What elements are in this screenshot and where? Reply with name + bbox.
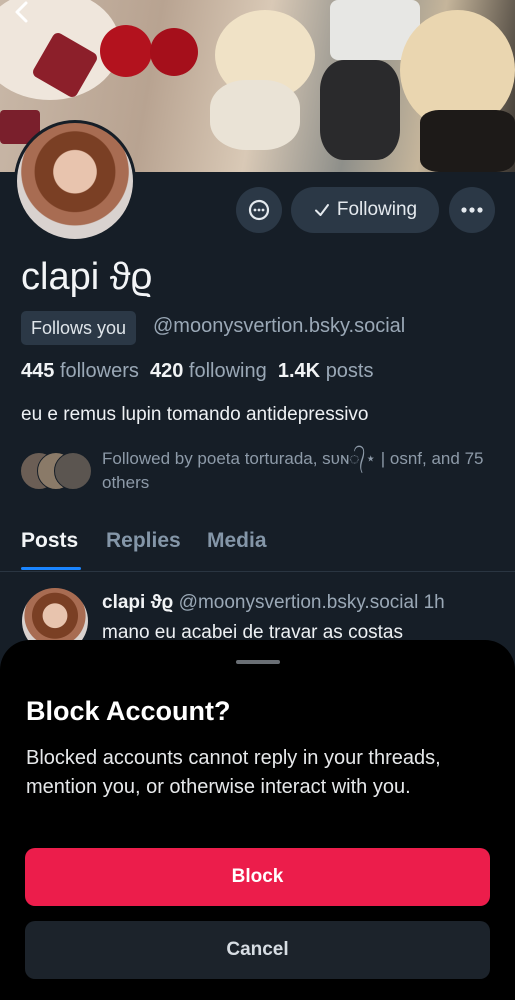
post-author-handle[interactable]: @moonysvertion.bsky.social [179,592,419,613]
followers-label: followers [59,360,139,382]
profile-tabs: Posts Replies Media [0,527,515,572]
back-arrow-icon[interactable] [10,0,36,26]
known-followers-text[interactable]: Followed by poeta torturada, sᴜɴ᭄⋆ | osn… [102,447,492,495]
sheet-drag-handle[interactable] [236,660,280,664]
cancel-button[interactable]: Cancel [25,921,490,979]
followers-count: 445 [21,360,55,382]
profile-stats: 445 followers 420 following 1.4K posts [21,360,374,383]
following-button-label: Following [336,199,418,220]
ellipsis-icon [461,207,483,213]
post-author-name[interactable]: clapi ϑϱ [102,592,173,613]
post-time: 1h [423,592,445,613]
following-stat[interactable]: 420 following [150,360,267,382]
block-account-sheet: Block Account? Blocked accounts cannot r… [0,640,515,1000]
active-tab-indicator [21,567,81,570]
dialog-title: Block Account? [26,696,231,726]
tab-replies[interactable]: Replies [106,529,181,553]
chat-bubble-icon [248,199,270,221]
dialog-description: Blocked accounts cannot reply in your th… [26,747,441,798]
following-button[interactable]: Following [291,187,439,233]
check-icon [314,204,329,216]
posts-count: 1.4K [277,360,321,382]
known-followers-avatars[interactable] [20,452,92,490]
follows-you-badge: Follows you [21,311,137,345]
following-label: following [188,360,267,382]
tab-posts[interactable]: Posts [21,529,78,553]
following-count: 420 [149,360,184,382]
message-button[interactable] [236,187,282,233]
profile-bio: eu e remus lupin tomando antidepressivo [21,404,369,425]
profile-handle: @moonysvertion.bsky.social [153,315,406,337]
posts-label: posts [325,360,374,382]
more-options-button[interactable] [449,187,495,233]
followers-stat[interactable]: 445 followers [21,360,139,382]
known-follower-avatar [54,452,92,490]
post-header: clapi ϑϱ @moonysvertion.bsky.social 1h [102,592,445,614]
tab-media[interactable]: Media [207,529,267,553]
profile-avatar[interactable] [14,120,136,242]
block-button[interactable]: Block [25,848,490,906]
display-name: clapi ϑϱ [21,256,153,298]
